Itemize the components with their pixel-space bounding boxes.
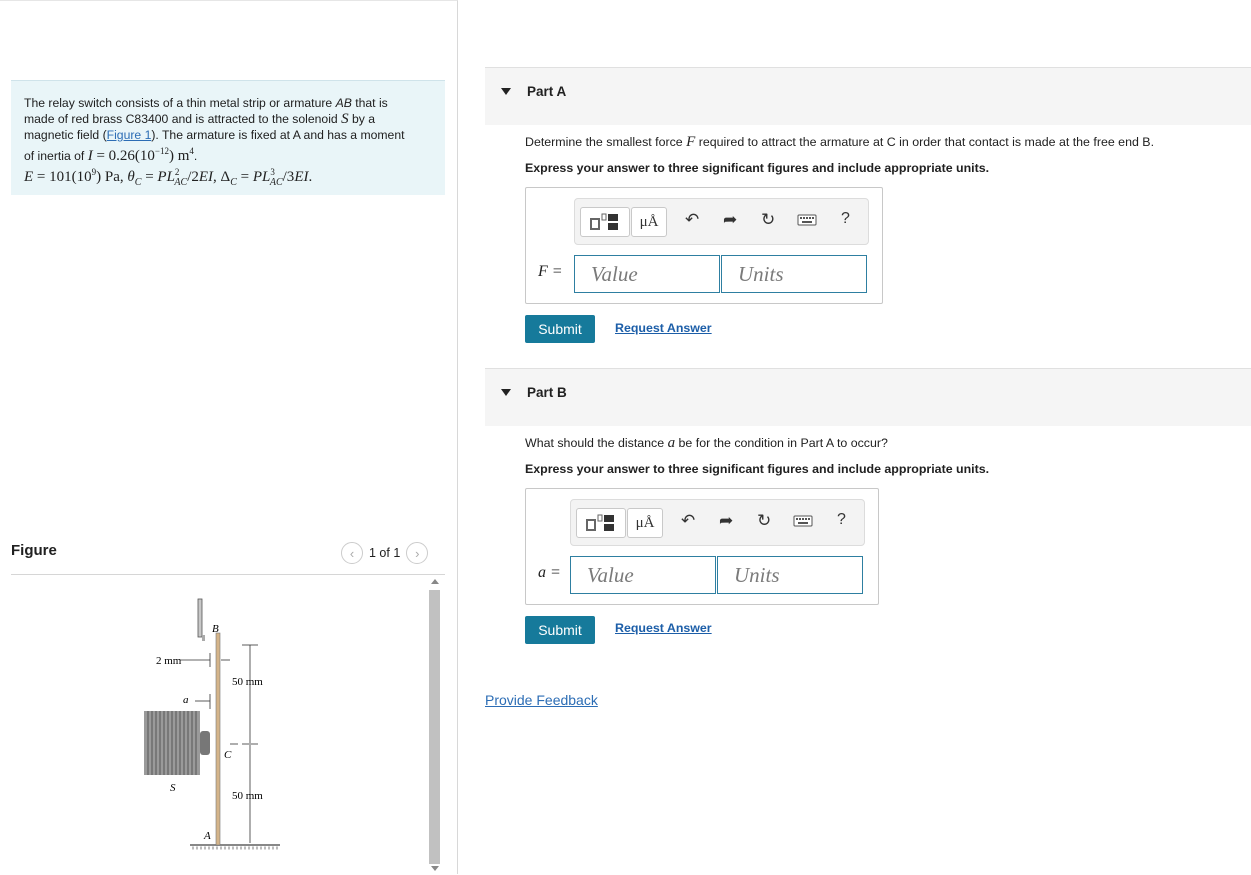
undo-icon[interactable]: ↶ [685, 210, 699, 230]
divider [11, 574, 445, 575]
right-panel: Part A Determine the smallest force F re… [459, 0, 1251, 874]
part-a-label: Part A [527, 84, 567, 99]
label-S: S [170, 782, 176, 794]
problem-line-3: magnetic field (Figure 1). The armature … [24, 128, 405, 142]
label-50mm-upper: 50 mm [232, 676, 263, 688]
scroll-down-icon[interactable] [431, 866, 439, 871]
math-toolbar: μÅ ↶ ➦ ↻ ? [570, 499, 865, 546]
part-b-answer-box: μÅ ↶ ➦ ↻ ? a = Value Units [525, 488, 879, 605]
submit-button[interactable]: Submit [525, 315, 595, 343]
chevron-right-icon[interactable]: › [406, 542, 429, 564]
pager-count: 1 of 1 [369, 546, 401, 560]
redo-icon[interactable]: ➦ [719, 511, 733, 531]
label-B: B [212, 623, 219, 635]
value-input[interactable]: Value [574, 255, 720, 293]
help-icon[interactable]: ? [841, 210, 850, 228]
scroll-up-icon[interactable] [431, 579, 439, 584]
part-a-instruction: Express your answer to three significant… [525, 161, 990, 175]
part-a-answer-box: μÅ ↶ ➦ ↻ ? F = Value Units [525, 187, 883, 304]
units-icon[interactable]: μÅ [627, 508, 663, 538]
figure-scrollbar[interactable] [428, 576, 442, 875]
relay-figure: B 2 mm a 50 mm C S 50 mm A [144, 598, 280, 850]
label-C: C [224, 749, 232, 761]
part-b-instruction: Express your answer to three significant… [525, 462, 990, 476]
keyboard-icon[interactable] [793, 513, 813, 533]
part-a-header[interactable]: Part A [485, 67, 1251, 125]
reset-icon[interactable]: ↻ [757, 511, 771, 531]
value-input[interactable]: Value [570, 556, 716, 594]
templates-icon[interactable] [576, 508, 626, 538]
label-a: a [183, 694, 189, 706]
scroll-thumb[interactable] [429, 590, 440, 864]
chevron-left-icon[interactable]: ‹ [341, 542, 363, 564]
math-toolbar: μÅ ↶ ➦ ↻ ? [574, 198, 869, 245]
request-answer-link[interactable]: Request Answer [615, 621, 712, 635]
left-panel: The relay switch consists of a thin meta… [0, 0, 458, 874]
problem-line-1: The relay switch consists of a thin meta… [24, 96, 388, 110]
help-icon[interactable]: ? [837, 511, 846, 529]
figure-title: Figure [11, 542, 57, 559]
undo-icon[interactable]: ↶ [681, 511, 695, 531]
f-label: F = [538, 263, 563, 280]
label-A: A [203, 830, 211, 842]
part-b-question: What should the distance a be for the co… [525, 435, 888, 451]
problem-statement: The relay switch consists of a thin meta… [11, 80, 445, 195]
part-a-question: Determine the smallest force F required … [525, 134, 1155, 150]
problem-line-4: of inertia of I = 0.26(10−12) m4. [24, 146, 198, 164]
units-icon[interactable]: μÅ [631, 207, 667, 237]
templates-icon[interactable] [580, 207, 630, 237]
provide-feedback-link[interactable]: Provide Feedback [485, 692, 598, 708]
collapse-triangle-icon[interactable] [501, 88, 511, 95]
units-input[interactable]: Units [717, 556, 863, 594]
a-label: a = [538, 564, 561, 581]
collapse-triangle-icon[interactable] [501, 389, 511, 396]
part-b-label: Part B [527, 385, 567, 400]
redo-icon[interactable]: ➦ [723, 210, 737, 230]
label-50mm-lower: 50 mm [232, 790, 263, 802]
units-input[interactable]: Units [721, 255, 867, 293]
reset-icon[interactable]: ↻ [761, 210, 775, 230]
submit-button[interactable]: Submit [525, 616, 595, 644]
problem-formula: E = 101(109) Pa, θC = PL2AC/2EI, ΔC = PL… [24, 167, 313, 188]
figure-pager: ‹ 1 of 1 › [341, 542, 429, 564]
figure-link[interactable]: Figure 1 [107, 128, 152, 142]
keyboard-icon[interactable] [797, 212, 817, 232]
problem-line-2: made of red brass C83400 and is attracte… [24, 111, 376, 127]
label-2mm: 2 mm [156, 655, 182, 667]
part-b-header[interactable]: Part B [485, 368, 1251, 426]
request-answer-link[interactable]: Request Answer [615, 321, 712, 335]
